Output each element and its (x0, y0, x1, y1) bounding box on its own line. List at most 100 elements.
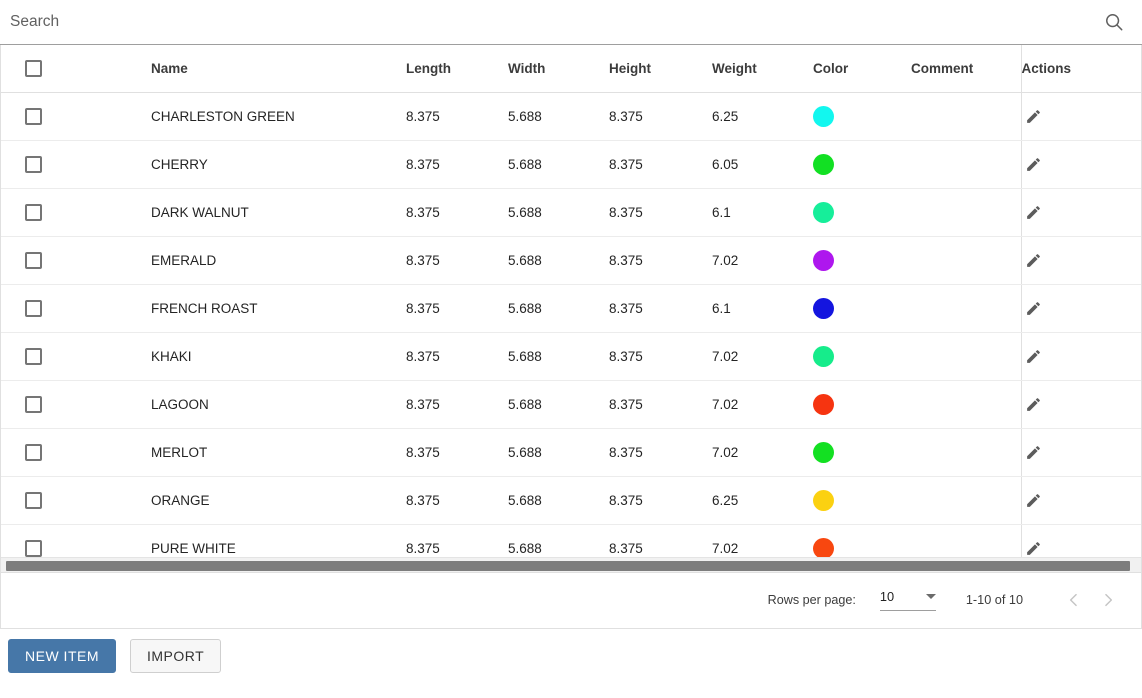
table-row[interactable]: CHERRY 8.375 5.688 8.375 6.05 (1, 140, 1141, 189)
row-select-cell (1, 92, 151, 141)
row-checkbox[interactable] (25, 539, 42, 557)
table-row[interactable]: CHARLESTON GREEN 8.375 5.688 8.375 6.25 (1, 92, 1141, 141)
table-row[interactable]: LAGOON 8.375 5.688 8.375 7.02 (1, 380, 1141, 429)
search-input[interactable] (6, 7, 1102, 37)
row-name-cell: CHERRY (151, 140, 406, 189)
table-row[interactable]: KHAKI 8.375 5.688 8.375 7.02 (1, 332, 1141, 381)
column-header-name[interactable]: Name (151, 45, 406, 93)
row-length-cell: 8.375 (406, 380, 508, 429)
row-select-cell (1, 332, 151, 381)
row-actions-cell (1020, 476, 1141, 525)
row-actions-cell (1020, 188, 1141, 237)
column-header-comment[interactable]: Comment (911, 45, 1021, 93)
row-height-cell: 8.375 (609, 140, 712, 189)
color-swatch (813, 441, 834, 463)
pencil-icon[interactable] (1022, 440, 1046, 464)
row-checkbox[interactable] (25, 155, 42, 173)
pencil-icon[interactable] (1022, 296, 1046, 320)
row-height-cell: 8.375 (609, 188, 712, 237)
table-container: Name Length Width Height Weight Color Co… (0, 44, 1142, 573)
color-swatch (813, 345, 834, 367)
search-icon[interactable] (1102, 10, 1126, 34)
column-header-height[interactable]: Height (609, 45, 712, 93)
rows-per-page-label: Rows per page: (767, 593, 856, 607)
row-comment-cell (911, 332, 1021, 381)
row-checkbox[interactable] (25, 251, 42, 269)
pencil-icon[interactable] (1022, 344, 1046, 368)
column-header-weight[interactable]: Weight (712, 45, 813, 93)
row-comment-cell (911, 236, 1021, 285)
row-name-cell: CHARLESTON GREEN (151, 92, 406, 141)
table-scroll-region: Name Length Width Height Weight Color Co… (0, 45, 1142, 573)
row-name-cell: KHAKI (151, 332, 406, 381)
row-select-cell (1, 476, 151, 525)
row-height-cell: 8.375 (609, 476, 712, 525)
row-checkbox[interactable] (25, 443, 42, 461)
row-name-cell: EMERALD (151, 236, 406, 285)
row-length-cell: 8.375 (406, 188, 508, 237)
item-table-page: Name Length Width Height Weight Color Co… (0, 0, 1142, 698)
paginator: Rows per page: 10 1-10 of 10 (0, 572, 1142, 629)
color-swatch (813, 537, 834, 559)
row-checkbox[interactable] (25, 107, 42, 125)
row-name-cell: ORANGE (151, 476, 406, 525)
row-checkbox[interactable] (25, 491, 42, 509)
pencil-icon[interactable] (1022, 200, 1046, 224)
row-weight-cell: 7.02 (712, 236, 813, 285)
table-row[interactable]: ORANGE 8.375 5.688 8.375 6.25 (1, 476, 1141, 525)
row-select-cell (1, 236, 151, 285)
row-length-cell: 8.375 (406, 428, 508, 477)
rows-per-page-select[interactable]: 10 (879, 589, 936, 611)
pencil-icon[interactable] (1022, 104, 1046, 128)
table-header-row: Name Length Width Height Weight Color Co… (1, 45, 1141, 93)
row-checkbox[interactable] (25, 347, 42, 365)
horizontal-scrollbar-thumb[interactable] (6, 561, 1130, 571)
row-comment-cell (911, 284, 1021, 333)
column-header-length[interactable]: Length (406, 45, 508, 93)
previous-page-button[interactable] (1057, 583, 1091, 617)
table-row[interactable]: EMERALD 8.375 5.688 8.375 7.02 (1, 236, 1141, 285)
row-checkbox[interactable] (25, 395, 42, 413)
pencil-icon[interactable] (1022, 488, 1046, 512)
color-swatch (813, 489, 834, 511)
new-item-button[interactable]: NEW ITEM (8, 639, 116, 673)
row-actions-cell (1020, 332, 1141, 381)
row-height-cell: 8.375 (609, 284, 712, 333)
pencil-icon[interactable] (1022, 248, 1046, 272)
row-name-cell: MERLOT (151, 428, 406, 477)
table-row[interactable]: MERLOT 8.375 5.688 8.375 7.02 (1, 428, 1141, 477)
row-weight-cell: 6.25 (712, 476, 813, 525)
row-select-cell (1, 284, 151, 333)
import-button[interactable]: IMPORT (130, 639, 222, 673)
row-comment-cell (911, 140, 1021, 189)
column-header-color[interactable]: Color (813, 45, 911, 93)
table-row[interactable]: FRENCH ROAST 8.375 5.688 8.375 6.1 (1, 284, 1141, 333)
row-color-cell (813, 332, 911, 381)
next-page-button[interactable] (1091, 583, 1125, 617)
row-actions-cell (1020, 236, 1141, 285)
pencil-icon[interactable] (1022, 152, 1046, 176)
row-width-cell: 5.688 (508, 428, 609, 477)
row-weight-cell: 6.05 (712, 140, 813, 189)
column-header-width[interactable]: Width (508, 45, 609, 93)
row-width-cell: 5.688 (508, 476, 609, 525)
table-row[interactable]: DARK WALNUT 8.375 5.688 8.375 6.1 (1, 188, 1141, 237)
row-weight-cell: 6.1 (712, 188, 813, 237)
select-all-checkbox[interactable] (25, 59, 42, 77)
color-swatch (813, 201, 834, 223)
select-all-header (1, 45, 151, 93)
row-actions-cell (1020, 284, 1141, 333)
row-checkbox[interactable] (25, 203, 42, 221)
pencil-icon[interactable] (1022, 392, 1046, 416)
row-color-cell (813, 428, 911, 477)
row-width-cell: 5.688 (508, 140, 609, 189)
horizontal-scrollbar-track[interactable] (1, 557, 1141, 572)
row-actions-cell (1020, 428, 1141, 477)
row-width-cell: 5.688 (508, 236, 609, 285)
row-color-cell (813, 380, 911, 429)
row-select-cell (1, 428, 151, 477)
row-weight-cell: 6.25 (712, 92, 813, 141)
row-length-cell: 8.375 (406, 92, 508, 141)
table-head: Name Length Width Height Weight Color Co… (1, 45, 1141, 93)
row-checkbox[interactable] (25, 299, 42, 317)
